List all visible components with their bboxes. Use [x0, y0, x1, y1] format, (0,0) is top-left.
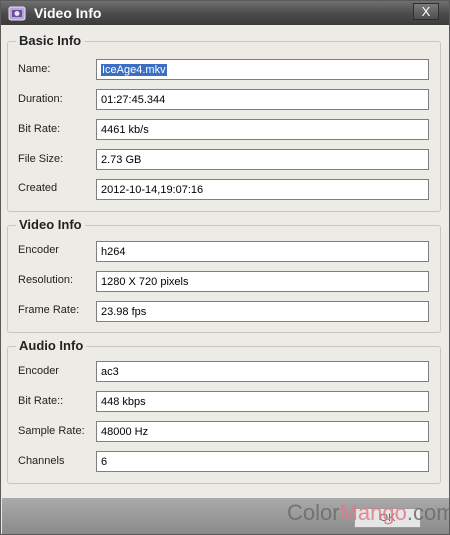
video-info-title: Video Info: [16, 217, 85, 232]
name-field[interactable]: IceAge4.mkv: [96, 59, 429, 80]
framerate-label: Frame Rate:: [18, 304, 80, 316]
name-label: Name:: [18, 63, 51, 75]
duration-field[interactable]: 01:27:45.344: [96, 89, 429, 110]
audio-encoder-field[interactable]: ac3: [96, 361, 429, 382]
video-info-group: Video Info Encoder h264 Resolution: 1280…: [7, 217, 441, 333]
title-bar[interactable]: Video Info X: [1, 1, 449, 25]
samplerate-label: Sample Rate:: [18, 425, 85, 437]
audio-bitrate-field[interactable]: 448 kbps: [96, 391, 429, 412]
close-icon: X: [421, 4, 431, 19]
basic-info-title: Basic Info: [16, 33, 85, 48]
bitrate-field[interactable]: 4461 kb/s: [96, 119, 429, 140]
duration-label: Duration:: [18, 93, 63, 105]
filesize-field[interactable]: 2.73 GB: [96, 149, 429, 170]
resolution-label: Resolution:: [18, 274, 74, 286]
close-button[interactable]: X: [413, 3, 439, 20]
app-icon: [8, 6, 26, 21]
name-value: IceAge4.mkv: [101, 64, 167, 76]
basic-info-group: Basic Info Name: IceAge4.mkv Duration: 0…: [7, 33, 441, 212]
samplerate-field[interactable]: 48000 Hz: [96, 421, 429, 442]
resolution-field[interactable]: 1280 X 720 pixels: [96, 271, 429, 292]
framerate-field[interactable]: 23.98 fps: [96, 301, 429, 322]
audio-info-title: Audio Info: [16, 338, 87, 353]
video-encoder-label: Encoder: [18, 244, 59, 256]
created-label: Created: [18, 182, 58, 194]
watermark-part2: Mango: [339, 500, 407, 525]
filesize-label: File Size:: [18, 153, 64, 165]
channels-field[interactable]: 6: [96, 451, 429, 472]
watermark-part1: Color: [287, 500, 340, 525]
audio-encoder-label: Encoder: [18, 365, 59, 377]
watermark-logo: ColorMango.com: [287, 500, 450, 526]
bitrate-label: Bit Rate:: [18, 123, 61, 135]
video-encoder-field[interactable]: h264: [96, 241, 429, 262]
watermark-part3: .com: [406, 500, 450, 525]
video-info-window: Video Info X Basic Info Name: IceAge4.mk…: [0, 0, 450, 535]
audio-info-group: Audio Info Encoder ac3 Bit Rate:: 448 kb…: [7, 338, 441, 484]
window-title: Video Info: [34, 5, 102, 21]
audio-bitrate-label: Bit Rate::: [18, 395, 64, 407]
created-field[interactable]: 2012-10-14,19:07:16: [96, 179, 429, 200]
channels-label: Channels: [18, 455, 65, 467]
